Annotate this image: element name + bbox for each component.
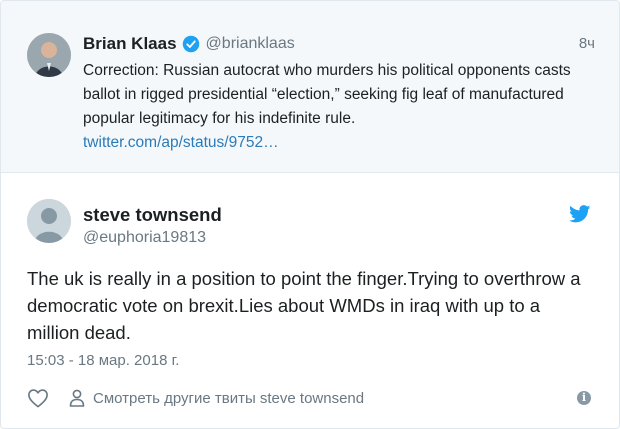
more-tweets-link[interactable]: Смотреть другие твиты steve townsend [93, 390, 364, 407]
person-icon[interactable] [69, 389, 85, 407]
tweet-timestamp[interactable]: 15:03 - 18 мар. 2018 г. [27, 352, 179, 369]
quoted-tweet-time[interactable]: 8ч [579, 35, 595, 52]
author-name[interactable]: steve townsend [83, 204, 222, 226]
quoted-author-handle[interactable]: @brianklaas [206, 35, 295, 53]
tweet-text: The uk is really in a position to point … [27, 268, 581, 343]
quoted-author-avatar[interactable] [27, 33, 71, 77]
quoted-tweet-text: Correction: Russian autocrat who murders… [83, 62, 571, 127]
quoted-author-name[interactable]: Brian Klaas [83, 34, 177, 54]
verified-badge-icon [182, 35, 199, 53]
quoted-tweet[interactable]: Brian Klaas @brianklaas 8ч Correction: R… [1, 1, 619, 173]
quoted-author-row: Brian Klaas @brianklaas [83, 33, 295, 55]
author-avatar[interactable] [27, 199, 71, 243]
heart-icon[interactable] [27, 388, 49, 408]
info-icon[interactable]: i [577, 391, 591, 405]
twitter-bird-icon[interactable] [569, 205, 591, 223]
embedded-tweet-card: Brian Klaas @brianklaas 8ч Correction: R… [0, 0, 620, 429]
quoted-tweet-link[interactable]: twitter.com/ap/status/9752… [83, 131, 279, 155]
tweet-actions: Смотреть другие твиты steve townsend [27, 387, 364, 409]
author-handle[interactable]: @euphoria19813 [83, 229, 206, 247]
